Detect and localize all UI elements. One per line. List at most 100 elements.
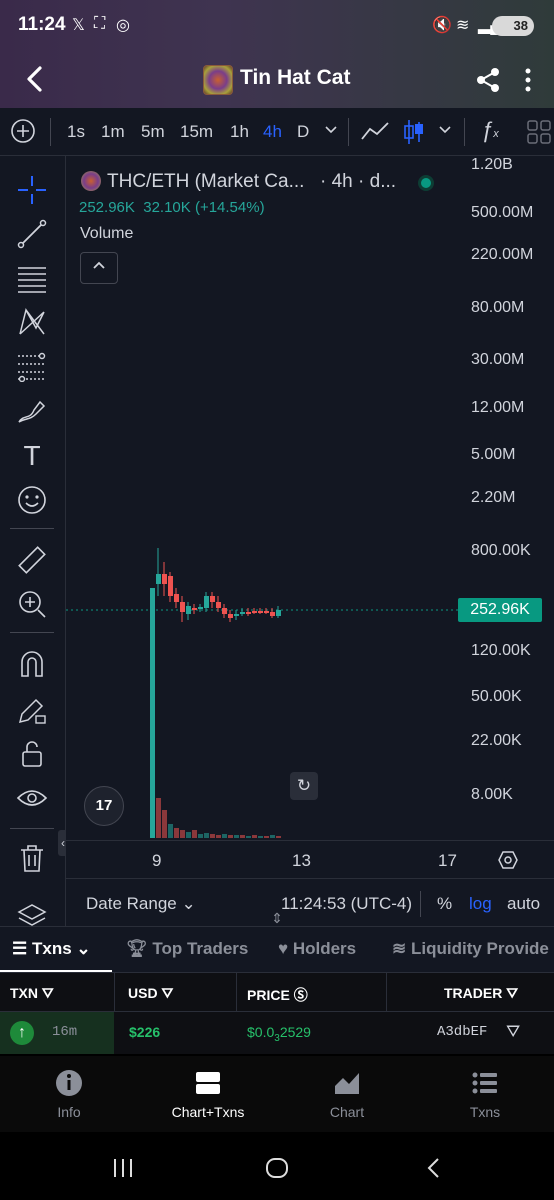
nav-txns[interactable]: Txns (435, 1068, 535, 1120)
collapse-legend-button[interactable] (80, 252, 118, 284)
axis-settings-icon[interactable] (498, 850, 518, 870)
interval-5m[interactable]: 5m (141, 122, 165, 142)
col-txn[interactable]: TXN ⛛ (10, 985, 54, 1002)
txn-trader[interactable]: A3dbEF (437, 1024, 487, 1040)
candle-body (216, 602, 221, 608)
layout-grid-icon[interactable] (526, 119, 552, 150)
dollar-icon[interactable]: Ⓢ (294, 987, 308, 1003)
filter-icon[interactable]: ⛛ (42, 985, 54, 1001)
crosshair-icon[interactable] (16, 174, 48, 206)
col-price[interactable]: PRICE Ⓢ (247, 985, 308, 1005)
col-usd[interactable]: USD ⛛ (128, 985, 173, 1002)
fib-retracement-icon[interactable] (16, 350, 48, 383)
ruler-icon[interactable] (16, 544, 48, 576)
volume-bar (180, 830, 185, 838)
candle-body (222, 608, 227, 614)
interval-1h[interactable]: 1h (230, 122, 249, 142)
txn-cell: ↑ 16m (0, 1012, 114, 1054)
interval-15m[interactable]: 15m (180, 122, 213, 142)
price-axis-label: 1.20B (471, 156, 513, 173)
filter-icon[interactable]: ⛛ (506, 1022, 520, 1042)
lock-drawing-icon[interactable] (16, 694, 48, 726)
trend-line-icon[interactable] (16, 218, 48, 250)
wifi-icon: ≋ (456, 17, 470, 34)
text-tool-icon[interactable]: T (16, 440, 48, 472)
candle-body (186, 606, 191, 614)
price-axis-label: 22.00K (471, 732, 522, 749)
candlestick-icon[interactable] (402, 118, 426, 151)
date-range-label: Date Range (86, 894, 177, 913)
legend-change: 32.10K (+14.54%) (143, 199, 265, 216)
col-trader[interactable]: TRADER ⛛ (444, 985, 518, 1002)
info-icon (56, 1070, 82, 1096)
price-axis-label: 80.00M (471, 299, 525, 316)
bottom-nav: Info Chart+Txns Chart Txns (0, 1056, 554, 1132)
volume-bar (246, 836, 251, 838)
tab-holders-label: Holders (292, 939, 357, 958)
trash-icon[interactable] (16, 842, 48, 874)
time-label: 13 (292, 851, 311, 870)
clock-timezone[interactable]: 11:24:53 (UTC-4) (281, 894, 412, 914)
tab-liquidity[interactable]: ≋ Liquidity Provide (392, 939, 549, 959)
filter-icon[interactable]: ⛛ (161, 985, 173, 1001)
volume-bar (216, 835, 221, 838)
horizontal-lines-icon[interactable] (16, 262, 48, 294)
zoom-in-icon[interactable] (16, 588, 48, 620)
legend-values: 252.96K 32.10K (+14.54%) (79, 199, 265, 216)
interval-d[interactable]: D (297, 122, 309, 142)
nav-chart-txns[interactable]: Chart+Txns (158, 1068, 258, 1120)
emoji-icon[interactable] (16, 484, 48, 516)
system-back-icon[interactable] (422, 1156, 446, 1180)
volume-bar (222, 834, 227, 838)
line-chart-icon[interactable] (360, 119, 390, 148)
interval-1s[interactable]: 1s (67, 122, 85, 142)
txn-age: 16m (52, 1024, 78, 1040)
back-arrow-icon[interactable] (20, 62, 50, 96)
more-vertical-icon[interactable] (518, 66, 538, 94)
tab-txns[interactable]: ☰ Txns ⌄ (12, 939, 91, 959)
share-icon[interactable] (474, 66, 502, 94)
candle-body (204, 596, 209, 608)
chevron-down-icon[interactable] (438, 120, 452, 145)
interval-4h[interactable]: 4h (263, 122, 282, 142)
table-row[interactable]: ↑ 16m $226 $0.032529 A3dbEF ⛛ (0, 1012, 554, 1054)
filter-icon[interactable]: ⛛ (506, 985, 518, 1001)
magnet-icon[interactable] (16, 648, 48, 680)
candle-body (210, 596, 215, 602)
volume-bar (252, 835, 257, 838)
auto-scale-toggle[interactable]: auto (507, 894, 540, 914)
price-axis-label: 120.00K (471, 642, 531, 659)
interval-1m[interactable]: 1m (101, 122, 125, 142)
col-divider (114, 973, 115, 1013)
log-scale-toggle[interactable]: log (469, 894, 492, 914)
col-txn-label: TXN (10, 985, 38, 1001)
unlock-icon[interactable] (16, 738, 48, 770)
pattern-icon[interactable] (16, 306, 48, 338)
tab-top-traders[interactable]: 🏆︎ Top Traders (126, 939, 248, 959)
home-icon[interactable] (265, 1156, 289, 1180)
percent-scale-toggle[interactable]: % (437, 894, 452, 914)
tab-holders[interactable]: ♥ Holders (278, 939, 356, 959)
function-icon[interactable]: ƒx (481, 117, 499, 143)
price-chart[interactable]: THC/ETH (Market Ca... · 4h · d... 252.96… (66, 156, 554, 840)
toolbar-divider (348, 118, 349, 146)
tradingview-logo[interactable]: 17 (84, 786, 124, 826)
nav-info[interactable]: Info (19, 1068, 119, 1120)
brush-icon[interactable] (16, 394, 48, 426)
col-usd-label: USD (128, 985, 158, 1001)
tab-txns-label: Txns (31, 939, 72, 958)
time-axis[interactable]: 9 13 17 (66, 840, 554, 878)
drawing-tools-panel: T (0, 156, 66, 926)
volume-label: Volume (80, 225, 134, 242)
candle-body (162, 574, 167, 584)
volume-bar (192, 830, 197, 838)
add-indicator-icon[interactable] (10, 118, 36, 149)
date-range-button[interactable]: Date Range ⌄ (86, 894, 196, 914)
nav-chart[interactable]: Chart (297, 1068, 397, 1120)
reset-chart-icon[interactable]: ↻ (290, 772, 318, 800)
volume-bar (258, 836, 263, 838)
chevron-down-icon[interactable] (324, 120, 338, 145)
eye-icon[interactable] (16, 782, 48, 814)
candle-body (234, 614, 239, 616)
recent-apps-icon[interactable] (111, 1156, 135, 1180)
